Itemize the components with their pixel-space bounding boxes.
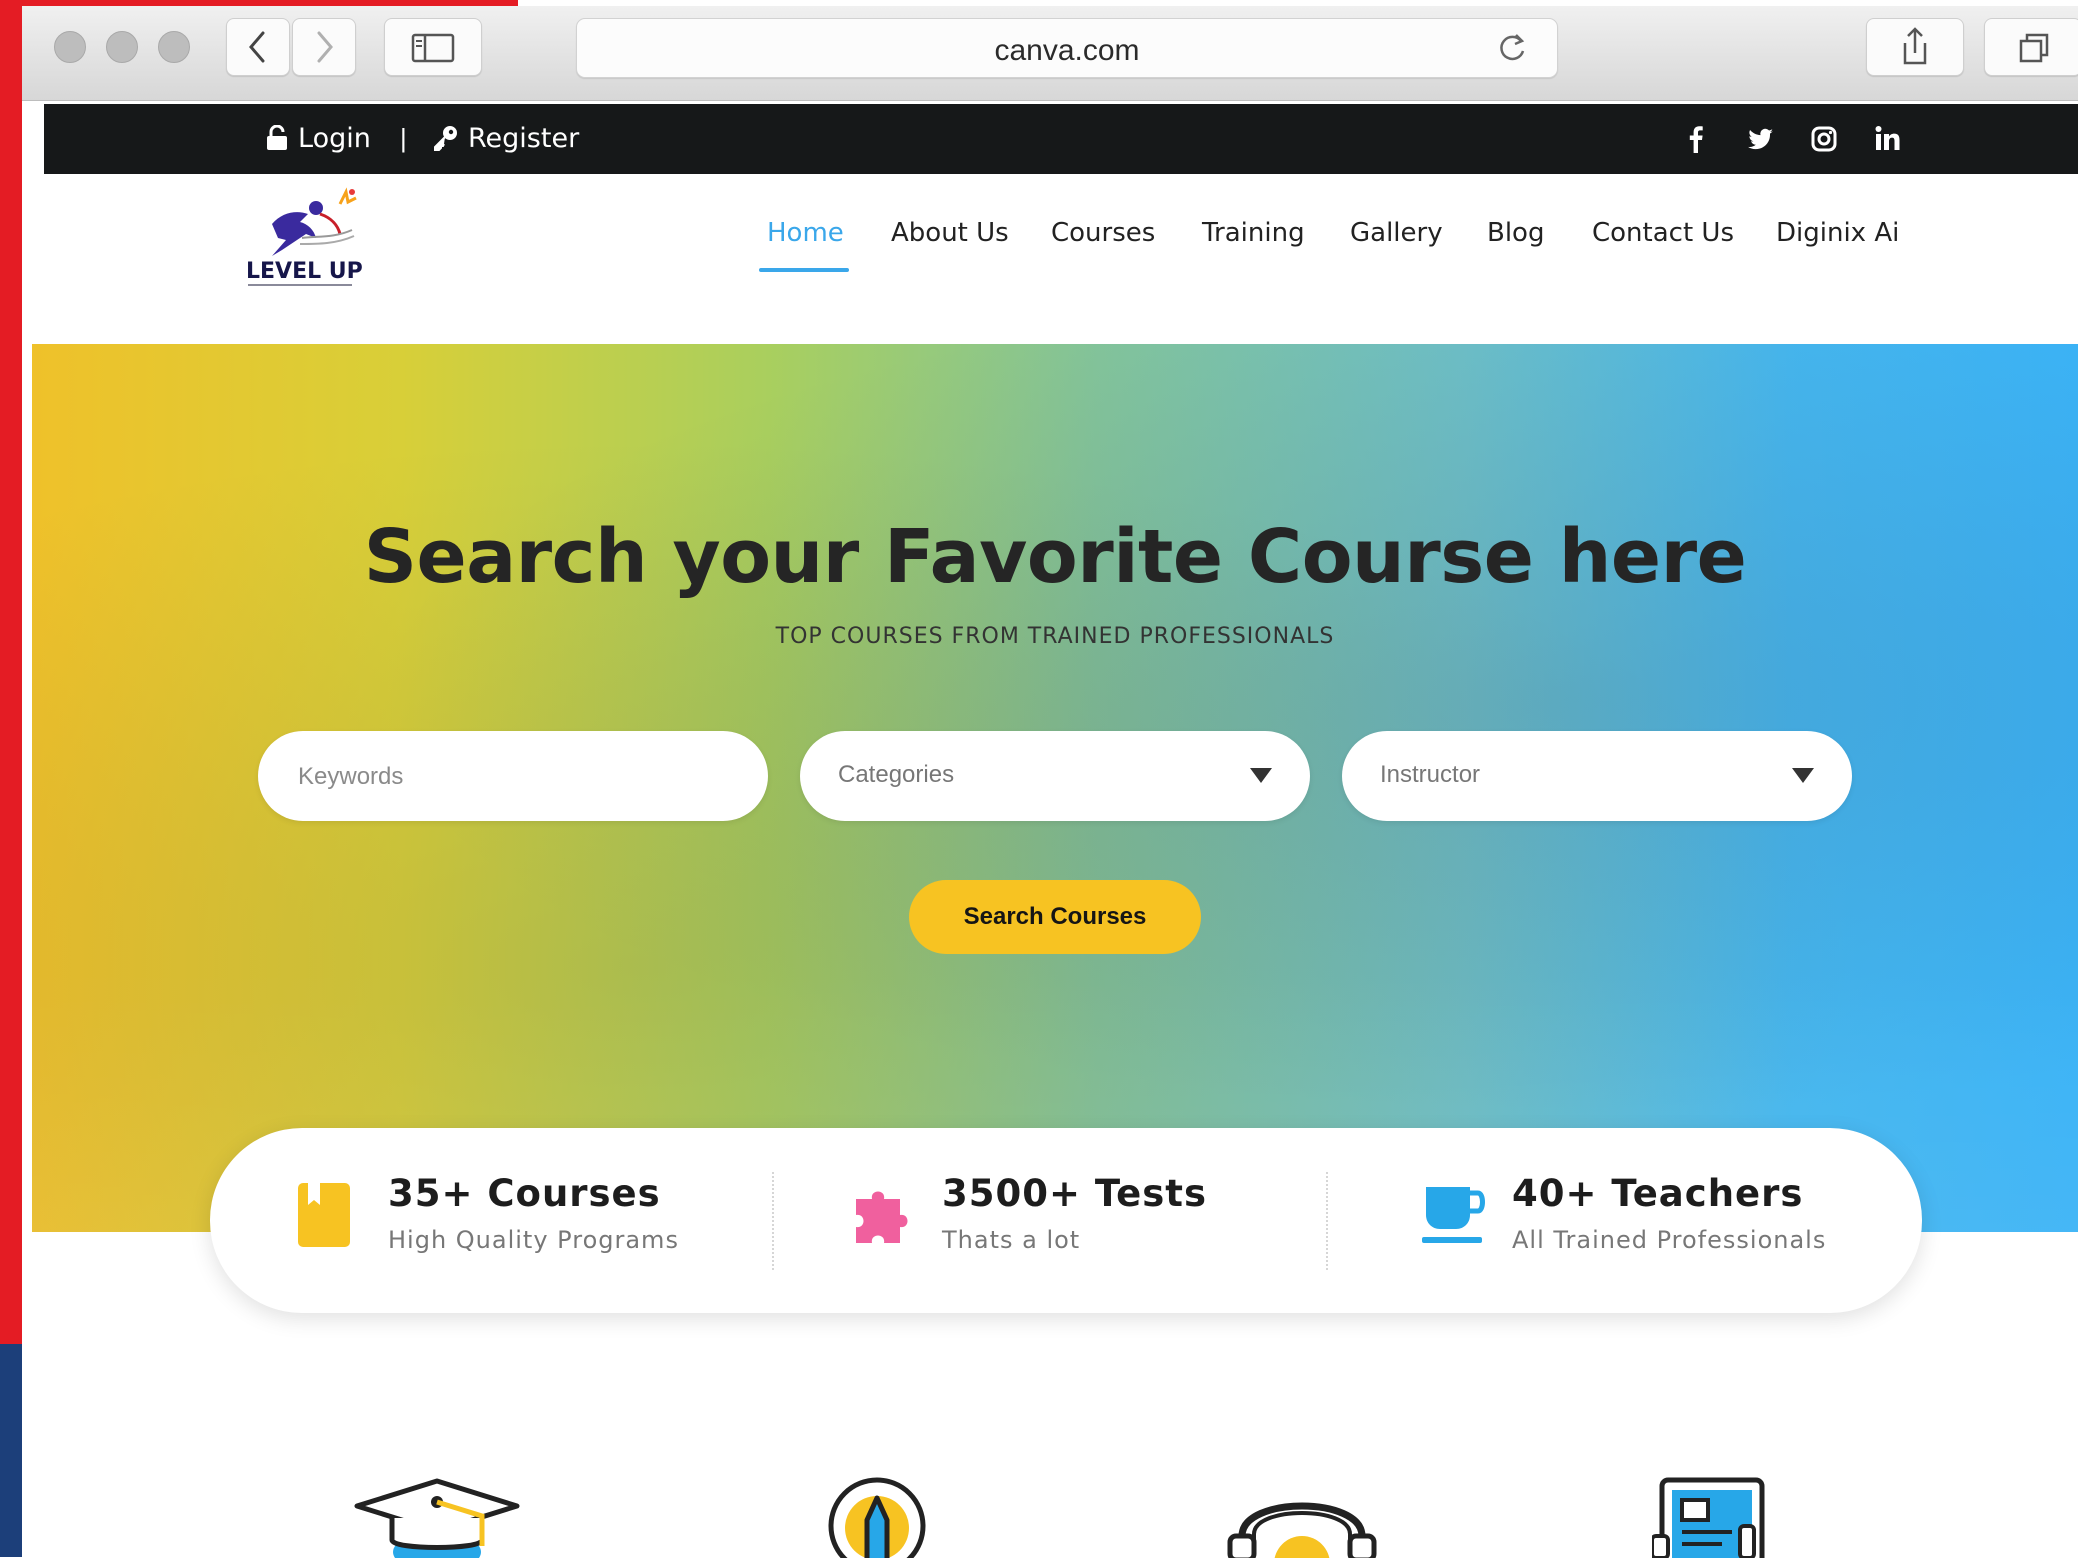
forward-button[interactable]: [292, 18, 356, 76]
stat-courses: 35+ Courses High Quality Programs: [296, 1128, 746, 1313]
stat-tests: 3500+ Tests Thats a lot: [850, 1128, 1300, 1313]
stats-divider: [1326, 1172, 1328, 1270]
close-window-button[interactable]: [54, 31, 86, 63]
share-icon: [1903, 27, 1927, 65]
book-icon: [298, 1183, 350, 1247]
level-up-logo: LEVEL UP: [246, 187, 363, 286]
stats-divider: [772, 1172, 774, 1270]
hero-banner: Search your Favorite Course here TOP COU…: [32, 344, 2078, 1232]
headphones-icon: [1227, 1502, 1377, 1558]
nav-gallery[interactable]: Gallery: [1350, 218, 1443, 248]
browser-window: canva.com Login | Register LEVEL UP Home…: [22, 6, 2078, 1558]
register-link[interactable]: Register: [432, 104, 579, 174]
top-bar: Login | Register: [44, 104, 2078, 174]
instructor-select[interactable]: Instructor: [1342, 731, 1852, 821]
stat-courses-subtitle: High Quality Programs: [388, 1226, 679, 1254]
tabs-icon: [2019, 33, 2049, 63]
puzzle-icon: [856, 1191, 908, 1243]
categories-select[interactable]: Categories: [800, 731, 1310, 821]
stats-card: 35+ Courses High Quality Programs 3500+ …: [210, 1128, 1922, 1313]
stat-teachers: 40+ Teachers All Trained Professionals: [1420, 1128, 1900, 1313]
graduation-cap-icon: [354, 1478, 520, 1558]
chevron-down-icon: [1792, 768, 1814, 783]
keywords-field[interactable]: [258, 731, 768, 821]
cup-icon: [1422, 1187, 1485, 1243]
keywords-input[interactable]: [296, 756, 730, 798]
address-bar[interactable]: canva.com: [576, 18, 1558, 78]
login-label: Login: [298, 123, 371, 154]
zoom-window-button[interactable]: [158, 31, 190, 63]
forward-icon: [317, 31, 333, 63]
sidebar-toggle-button[interactable]: [384, 18, 482, 76]
lock-icon: [267, 124, 287, 150]
minimize-window-button[interactable]: [106, 31, 138, 63]
instructor-value: Instructor: [1380, 761, 1481, 788]
show-tabs-button[interactable]: [1984, 18, 2078, 76]
stat-teachers-title: 40+ Teachers: [1512, 1172, 1804, 1215]
login-link[interactable]: Login: [266, 104, 371, 174]
nav-home[interactable]: Home: [767, 218, 844, 248]
stat-tests-title: 3500+ Tests: [942, 1172, 1208, 1215]
nav-contact-us[interactable]: Contact Us: [1592, 218, 1734, 248]
facebook-icon[interactable]: [1680, 123, 1712, 155]
back-icon: [249, 31, 265, 63]
twitter-icon[interactable]: [1744, 123, 1776, 155]
tablet-icon: [1652, 1477, 1765, 1558]
search-courses-button[interactable]: Search Courses: [909, 880, 1201, 954]
site-logo[interactable]: LEVEL UP: [242, 184, 363, 299]
nav-courses[interactable]: Courses: [1051, 218, 1155, 248]
stat-tests-subtitle: Thats a lot: [942, 1226, 1081, 1254]
nav-diginix-ai[interactable]: Diginix Ai: [1776, 218, 1899, 248]
background-red-edge: [0, 0, 22, 1344]
logo-text: LEVEL UP: [246, 259, 362, 284]
hero-title: Search your Favorite Course here: [363, 514, 1747, 600]
stat-teachers-subtitle: All Trained Professionals: [1512, 1226, 1827, 1254]
share-button[interactable]: [1866, 18, 1964, 76]
chevron-down-icon: [1250, 768, 1272, 783]
back-button[interactable]: [226, 18, 290, 76]
instagram-icon[interactable]: [1808, 123, 1840, 155]
nav-about-us[interactable]: About Us: [891, 218, 1009, 248]
hero-subtitle: TOP COURSES FROM TRAINED PROFESSIONALS: [775, 624, 1335, 649]
browser-toolbar: canva.com: [22, 6, 2078, 101]
sidebar-icon: [411, 33, 455, 63]
url-text: canva.com: [994, 34, 1140, 67]
categories-value: Categories: [838, 761, 955, 788]
background-blue-edge: [0, 1344, 22, 1557]
reload-icon[interactable]: [1495, 31, 1529, 65]
nav-active-indicator: [759, 268, 849, 272]
stat-courses-title: 35+ Courses: [388, 1172, 661, 1215]
register-label: Register: [468, 123, 580, 154]
nav-training[interactable]: Training: [1202, 218, 1305, 248]
pencil-bulb-icon: [828, 1477, 926, 1558]
key-icon: [434, 126, 457, 151]
nav-blog[interactable]: Blog: [1487, 218, 1544, 248]
topbar-separator: |: [400, 123, 407, 153]
linkedin-icon[interactable]: [1872, 123, 1904, 155]
